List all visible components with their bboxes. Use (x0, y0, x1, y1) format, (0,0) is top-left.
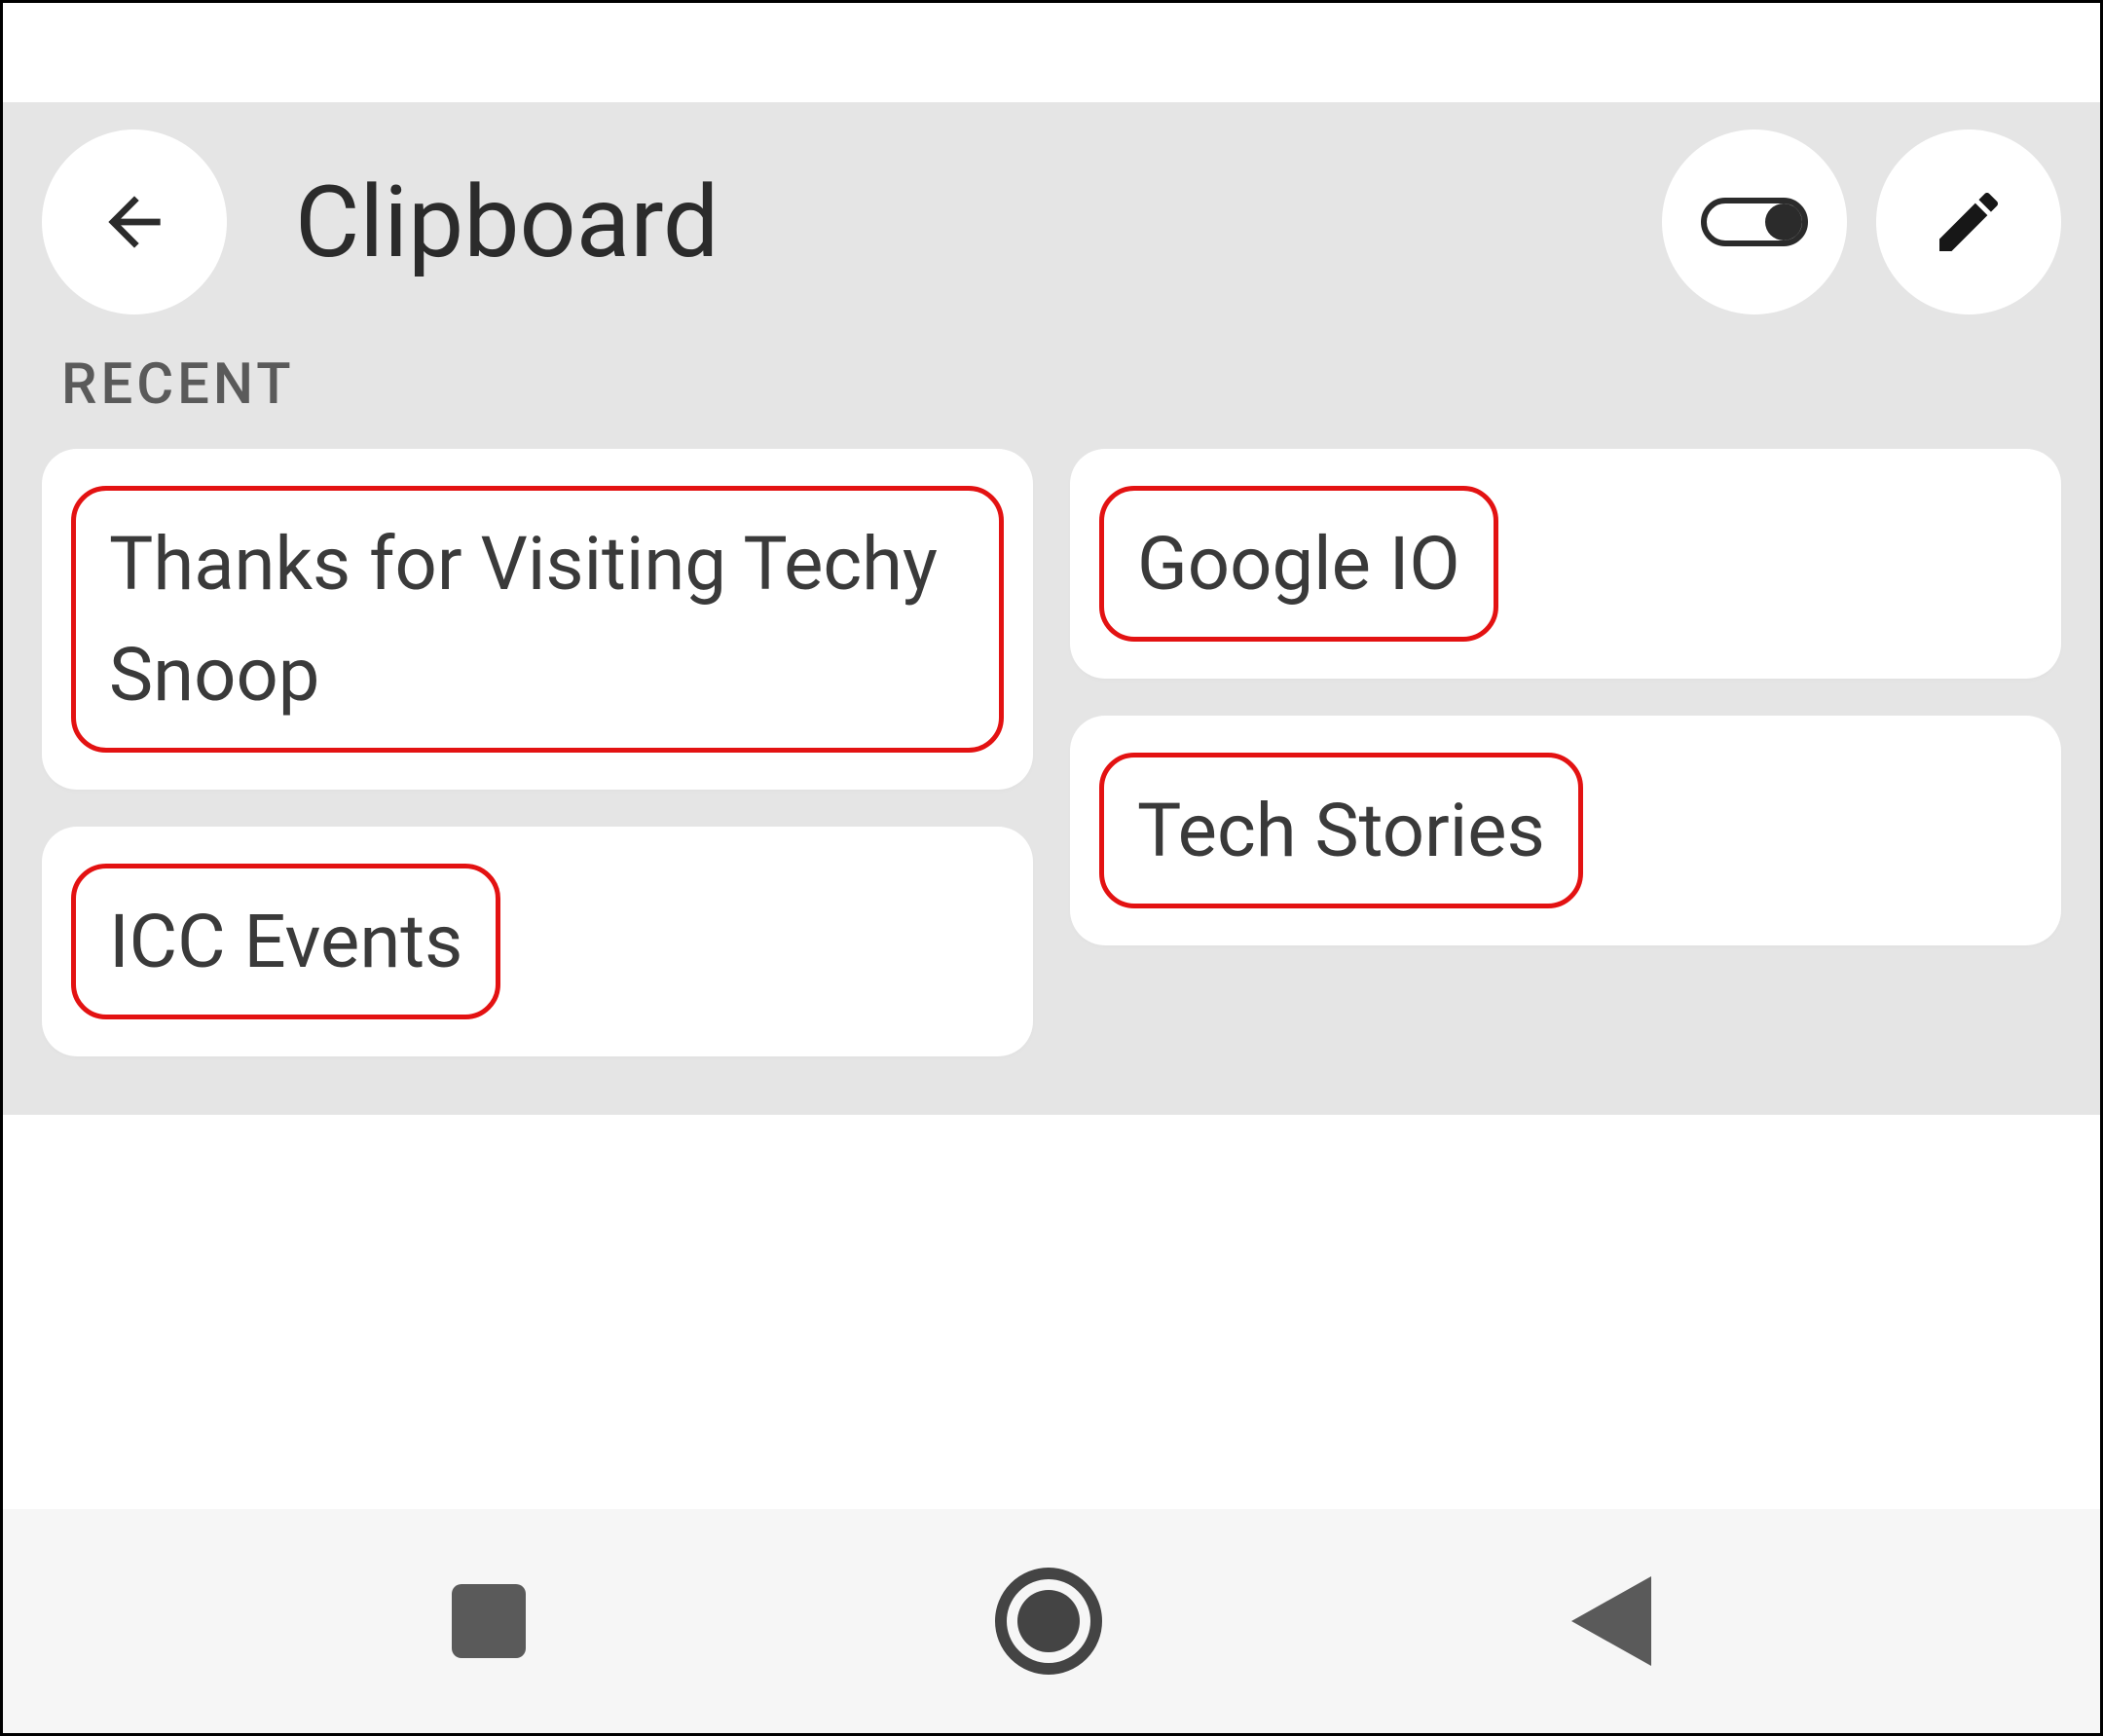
clip-card[interactable]: Google IO (1070, 449, 2061, 679)
home-icon (1017, 1590, 1080, 1652)
clip-card[interactable]: ICC Events (42, 827, 1033, 1056)
edit-button[interactable] (1876, 129, 2061, 314)
system-nav-bar (3, 1509, 2100, 1733)
status-bar-area (3, 3, 2100, 102)
back-button[interactable] (42, 129, 227, 314)
pencil-icon (1930, 183, 2008, 261)
clip-text: ICC Events (71, 864, 500, 1019)
home-button[interactable] (995, 1568, 1102, 1675)
toggle-icon (1701, 198, 1808, 246)
back-nav-button[interactable] (1571, 1576, 1651, 1666)
clips-grid: Thanks for Visiting Techy Snoop ICC Even… (3, 449, 2100, 1115)
clip-text: Google IO (1099, 486, 1498, 642)
clip-card[interactable]: Tech Stories (1070, 716, 2061, 945)
recent-apps-button[interactable] (452, 1584, 526, 1658)
clip-card[interactable]: Thanks for Visiting Techy Snoop (42, 449, 1033, 790)
right-column: Google IO Tech Stories (1070, 449, 2061, 945)
clip-text: Tech Stories (1099, 753, 1583, 908)
page-title: Clipboard (295, 164, 1662, 280)
clipboard-panel: Clipboard RECENT Thanks for Visiting Tec… (3, 102, 2100, 1115)
left-column: Thanks for Visiting Techy Snoop ICC Even… (42, 449, 1033, 1056)
header: Clipboard (3, 102, 2100, 334)
clipboard-toggle[interactable] (1662, 129, 1847, 314)
back-arrow-icon (95, 183, 173, 261)
recent-section-label: RECENT (3, 334, 2100, 449)
clip-text: Thanks for Visiting Techy Snoop (71, 486, 1004, 753)
